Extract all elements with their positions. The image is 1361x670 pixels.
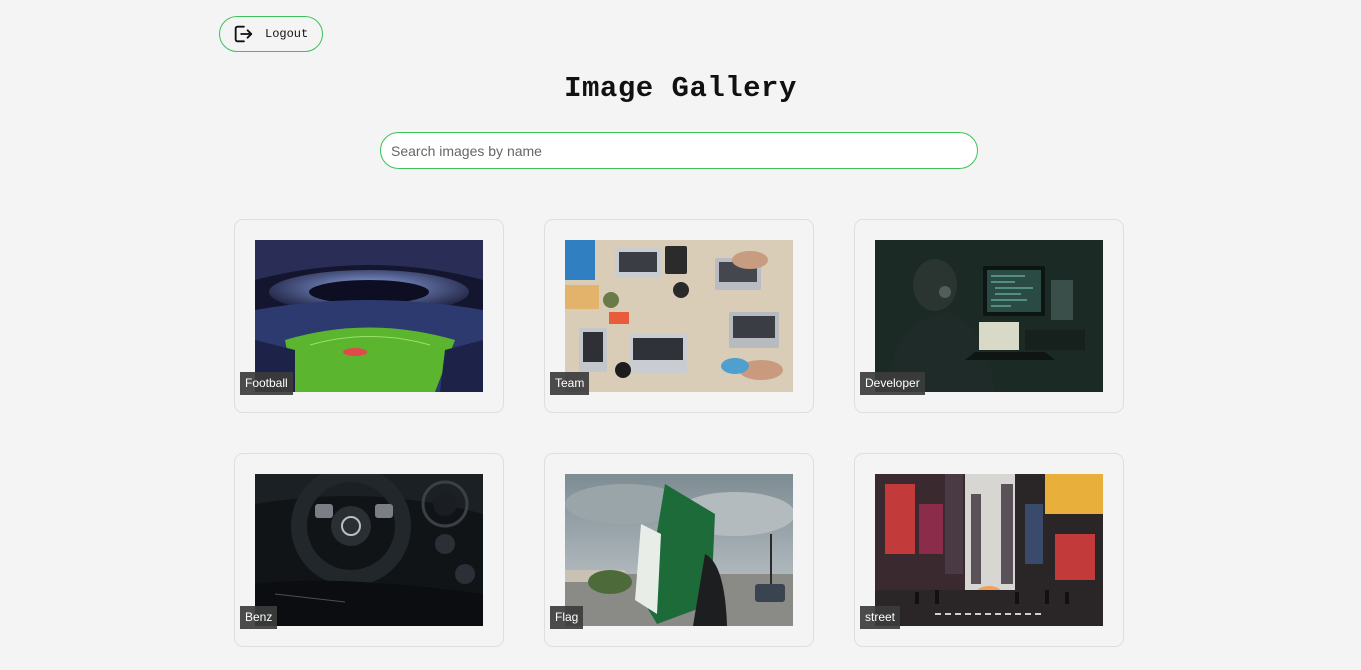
page-title: Image Gallery	[564, 72, 797, 105]
image-caption: Flag	[550, 606, 584, 629]
gallery-card[interactable]: Benz	[234, 453, 504, 647]
gallery-card[interactable]: Team	[544, 219, 814, 413]
image-caption: Developer	[860, 372, 925, 395]
logout-label: Logout	[265, 27, 309, 41]
image-caption: Football	[240, 372, 293, 395]
gallery-card[interactable]: Flag	[544, 453, 814, 647]
logout-button[interactable]: Logout	[219, 16, 323, 52]
image-caption: Team	[550, 372, 590, 395]
gallery-page: Logout Image Gallery Search images by na…	[0, 0, 1361, 670]
gallery-image-team[interactable]	[565, 240, 793, 392]
gallery-image-street[interactable]	[875, 474, 1103, 626]
gallery-image-flag[interactable]	[565, 474, 793, 626]
image-caption: Benz	[240, 606, 278, 629]
image-caption: street	[860, 606, 901, 629]
gallery-image-benz[interactable]	[255, 474, 483, 626]
logout-icon	[232, 23, 254, 45]
gallery-card[interactable]: Developer	[854, 219, 1124, 413]
gallery-card[interactable]: Football	[234, 219, 504, 413]
gallery-image-football[interactable]	[255, 240, 483, 392]
search-input[interactable]	[380, 132, 978, 169]
gallery-card[interactable]: street	[854, 453, 1124, 647]
gallery-image-developer[interactable]	[875, 240, 1103, 392]
